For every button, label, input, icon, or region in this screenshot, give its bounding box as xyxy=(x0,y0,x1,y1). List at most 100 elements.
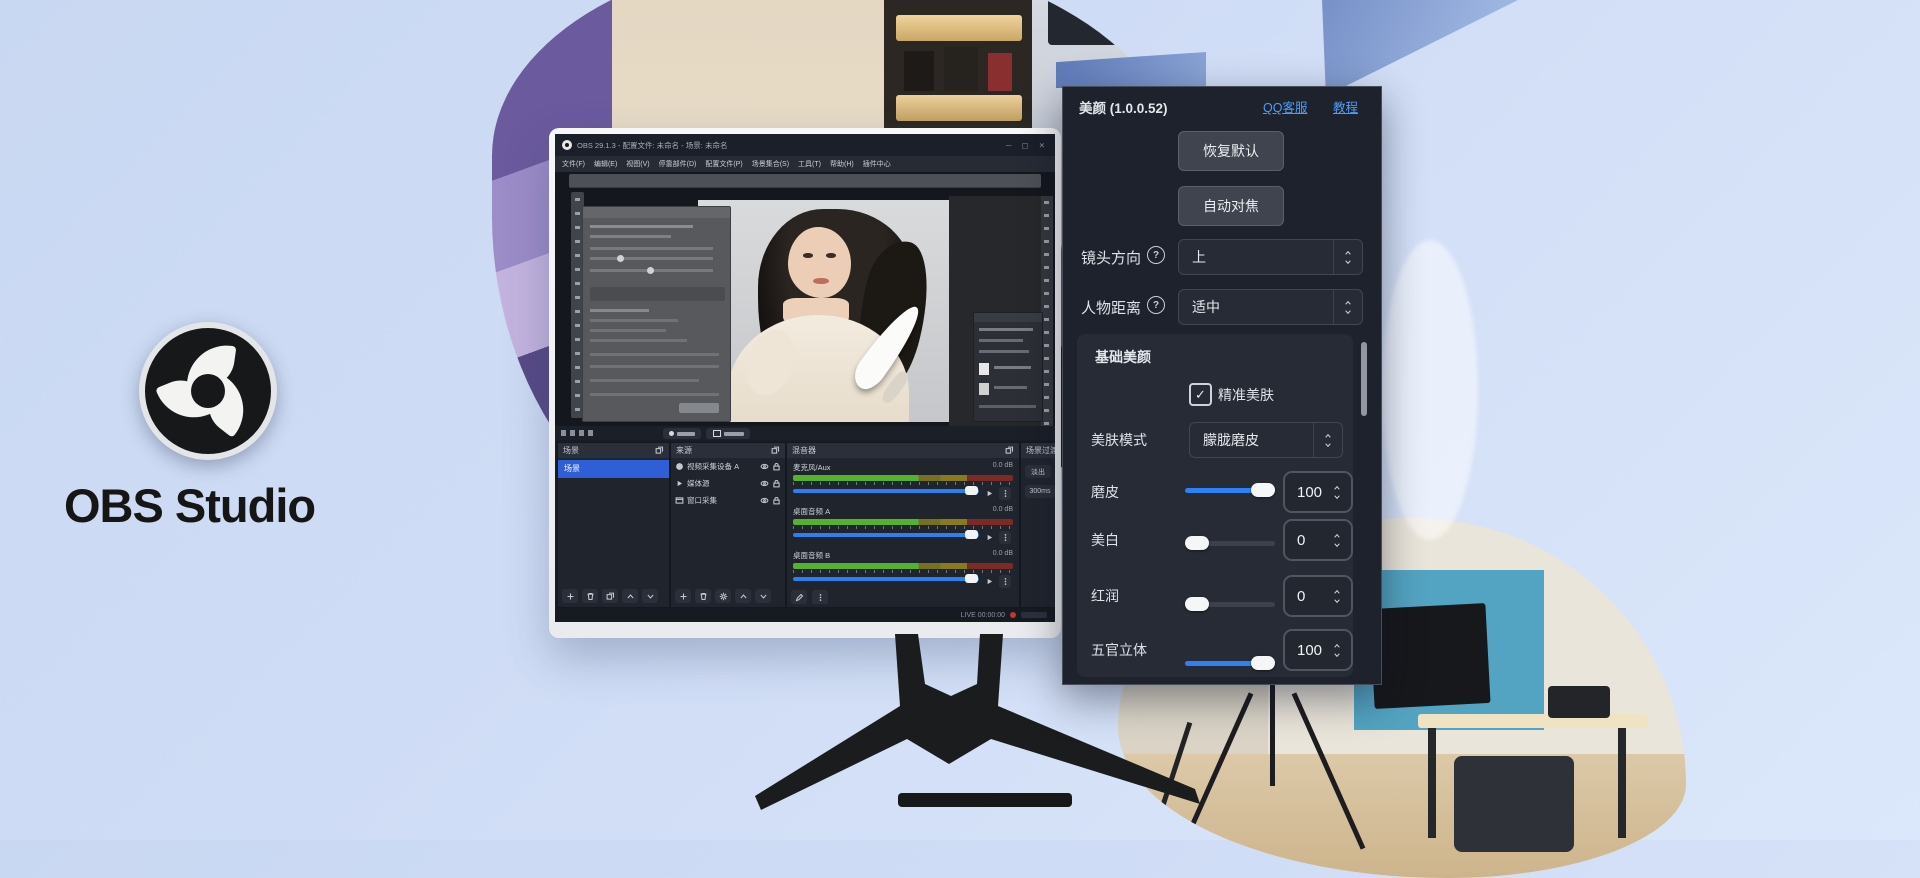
lock-icon[interactable] xyxy=(772,479,781,488)
portrait-image xyxy=(698,200,949,422)
live-status: LIVE 00:00:00 xyxy=(961,612,1005,619)
menu-item[interactable]: 视图(V) xyxy=(626,159,649,169)
sources-dock: 来源 视频采集设备 A 媒体源 窗口采集 xyxy=(670,442,786,608)
channel-db: 0.0 dB xyxy=(993,550,1013,561)
channel-options-button[interactable] xyxy=(999,531,1011,544)
panel-scrollbar[interactable] xyxy=(1361,342,1367,416)
window-controls[interactable]: ─ ▢ ✕ xyxy=(1006,141,1049,150)
facial-depth-label: 五官立体 xyxy=(1091,640,1147,660)
panel-title: 美颜 (1.0.0.52) xyxy=(1079,97,1168,117)
rosy-label: 红润 xyxy=(1091,586,1119,606)
facial-depth-spinbox[interactable]: 100 xyxy=(1283,629,1353,671)
pop-out-icon[interactable] xyxy=(1005,446,1014,455)
autofocus-button[interactable]: 自动对焦 xyxy=(1178,186,1284,226)
source-up-button[interactable] xyxy=(735,589,751,603)
whitening-slider[interactable] xyxy=(1185,541,1275,546)
volume-meter xyxy=(793,519,1013,525)
precise-skin-checkbox[interactable]: ✓ xyxy=(1189,383,1212,406)
source-down-button[interactable] xyxy=(755,589,771,603)
obs-window-logo-icon xyxy=(562,140,572,150)
dock-tab[interactable] xyxy=(663,428,701,439)
eye-icon[interactable] xyxy=(760,479,769,488)
help-icon[interactable] xyxy=(1147,296,1165,314)
source-properties-button[interactable] xyxy=(715,589,731,603)
smoothing-spinbox[interactable]: 100 xyxy=(1283,471,1353,513)
section-title: 基础美颜 xyxy=(1095,347,1151,367)
reset-defaults-button[interactable]: 恢复默认 xyxy=(1178,131,1284,171)
scenes-dock-title: 场景 xyxy=(563,443,579,458)
volume-slider[interactable] xyxy=(793,489,979,493)
rosy-slider[interactable] xyxy=(1185,602,1275,607)
camera-direction-select[interactable]: 上 xyxy=(1178,239,1363,275)
volume-slider[interactable] xyxy=(793,577,979,581)
channel-db: 0.0 dB xyxy=(993,506,1013,517)
menu-item[interactable]: 停靠部件(D) xyxy=(659,159,697,169)
source-row[interactable]: 媒体源 xyxy=(671,475,785,492)
record-dot xyxy=(1010,612,1016,618)
obs-logo xyxy=(139,322,277,460)
menu-item[interactable]: 编辑(E) xyxy=(594,159,617,169)
skin-mode-select[interactable]: 朦胧磨皮 xyxy=(1189,422,1343,458)
scene-list-item-selected[interactable]: 场景 xyxy=(558,460,669,478)
menu-item[interactable]: 插件中心 xyxy=(863,159,891,169)
mixer-channel: 麦克风/Aux0.0 dB xyxy=(793,462,1013,498)
pop-out-icon[interactable] xyxy=(655,446,664,455)
channel-options-button[interactable] xyxy=(999,487,1011,500)
scene-down-button[interactable] xyxy=(642,589,658,603)
mixer-edit-button[interactable] xyxy=(791,590,807,604)
lock-icon[interactable] xyxy=(772,462,781,471)
speaker-icon[interactable] xyxy=(985,533,994,542)
remove-scene-button[interactable] xyxy=(582,589,598,603)
blue-corner-shape xyxy=(1322,0,1518,96)
channel-name: 桌面音频 A xyxy=(793,506,830,517)
person-distance-select[interactable]: 适中 xyxy=(1178,289,1363,325)
sources-dock-title: 来源 xyxy=(676,443,692,458)
transition-select[interactable]: 淡出 xyxy=(1025,465,1051,478)
dock-tab[interactable] xyxy=(706,428,750,439)
precise-skin-label: 精准美肤 xyxy=(1218,385,1274,405)
mixer-menu-button[interactable] xyxy=(812,590,828,604)
volume-slider[interactable] xyxy=(793,533,979,537)
add-source-button[interactable] xyxy=(675,589,691,603)
mixer-dock-title: 混音器 xyxy=(792,443,816,458)
obs-menubar: 文件(F) 编辑(E) 视图(V) 停靠部件(D) 配置文件(P) 场景集合(S… xyxy=(555,156,1055,172)
scene-up-button[interactable] xyxy=(622,589,638,603)
menu-item[interactable]: 文件(F) xyxy=(562,159,585,169)
eye-icon[interactable] xyxy=(760,496,769,505)
pop-out-icon[interactable] xyxy=(771,446,780,455)
eye-icon[interactable] xyxy=(760,462,769,471)
add-scene-button[interactable] xyxy=(562,589,578,603)
menu-item[interactable]: 场景集合(S) xyxy=(752,159,789,169)
source-row[interactable]: 窗口采集 xyxy=(671,492,785,509)
speaker-icon[interactable] xyxy=(985,577,994,586)
rosy-spinbox[interactable]: 0 xyxy=(1283,575,1353,617)
layers-panel xyxy=(973,312,1043,422)
smoothing-slider[interactable] xyxy=(1185,488,1275,493)
channel-options-button[interactable] xyxy=(999,575,1011,588)
transitions-dock: 场景过渡 淡出 300ms xyxy=(1020,442,1055,608)
mixer-channel: 桌面音频 B0.0 dB xyxy=(793,550,1013,586)
menu-item[interactable]: 工具(T) xyxy=(798,159,821,169)
facial-depth-slider[interactable] xyxy=(1185,661,1275,666)
menu-item[interactable]: 帮助(H) xyxy=(830,159,854,169)
transition-duration[interactable]: 300ms xyxy=(1025,485,1055,498)
lock-icon[interactable] xyxy=(772,496,781,505)
help-icon[interactable] xyxy=(1147,246,1165,264)
skin-mode-label: 美肤模式 xyxy=(1091,430,1147,450)
dock-tab-strip xyxy=(555,426,1055,440)
speaker-icon[interactable] xyxy=(985,489,994,498)
media-source-icon xyxy=(675,479,684,488)
whitening-spinbox[interactable]: 0 xyxy=(1283,519,1353,561)
mixer-channel: 桌面音频 A 0.0 dB xyxy=(793,506,1013,542)
qq-support-link[interactable]: QQ客服 xyxy=(1263,97,1307,116)
duplicate-scene-button[interactable] xyxy=(602,589,618,603)
soft-white-blob xyxy=(1382,240,1478,540)
camera-source-icon xyxy=(675,462,684,471)
source-row[interactable]: 视频采集设备 A xyxy=(671,458,785,475)
menu-item[interactable]: 配置文件(P) xyxy=(705,159,742,169)
tutorial-link[interactable]: 教程 xyxy=(1333,97,1358,116)
monitor-stand-base xyxy=(898,793,1072,807)
person-distance-label: 人物距离 xyxy=(1081,297,1141,318)
remove-source-button[interactable] xyxy=(695,589,711,603)
obs-statusbar: LIVE 00:00:00 xyxy=(555,608,1055,622)
